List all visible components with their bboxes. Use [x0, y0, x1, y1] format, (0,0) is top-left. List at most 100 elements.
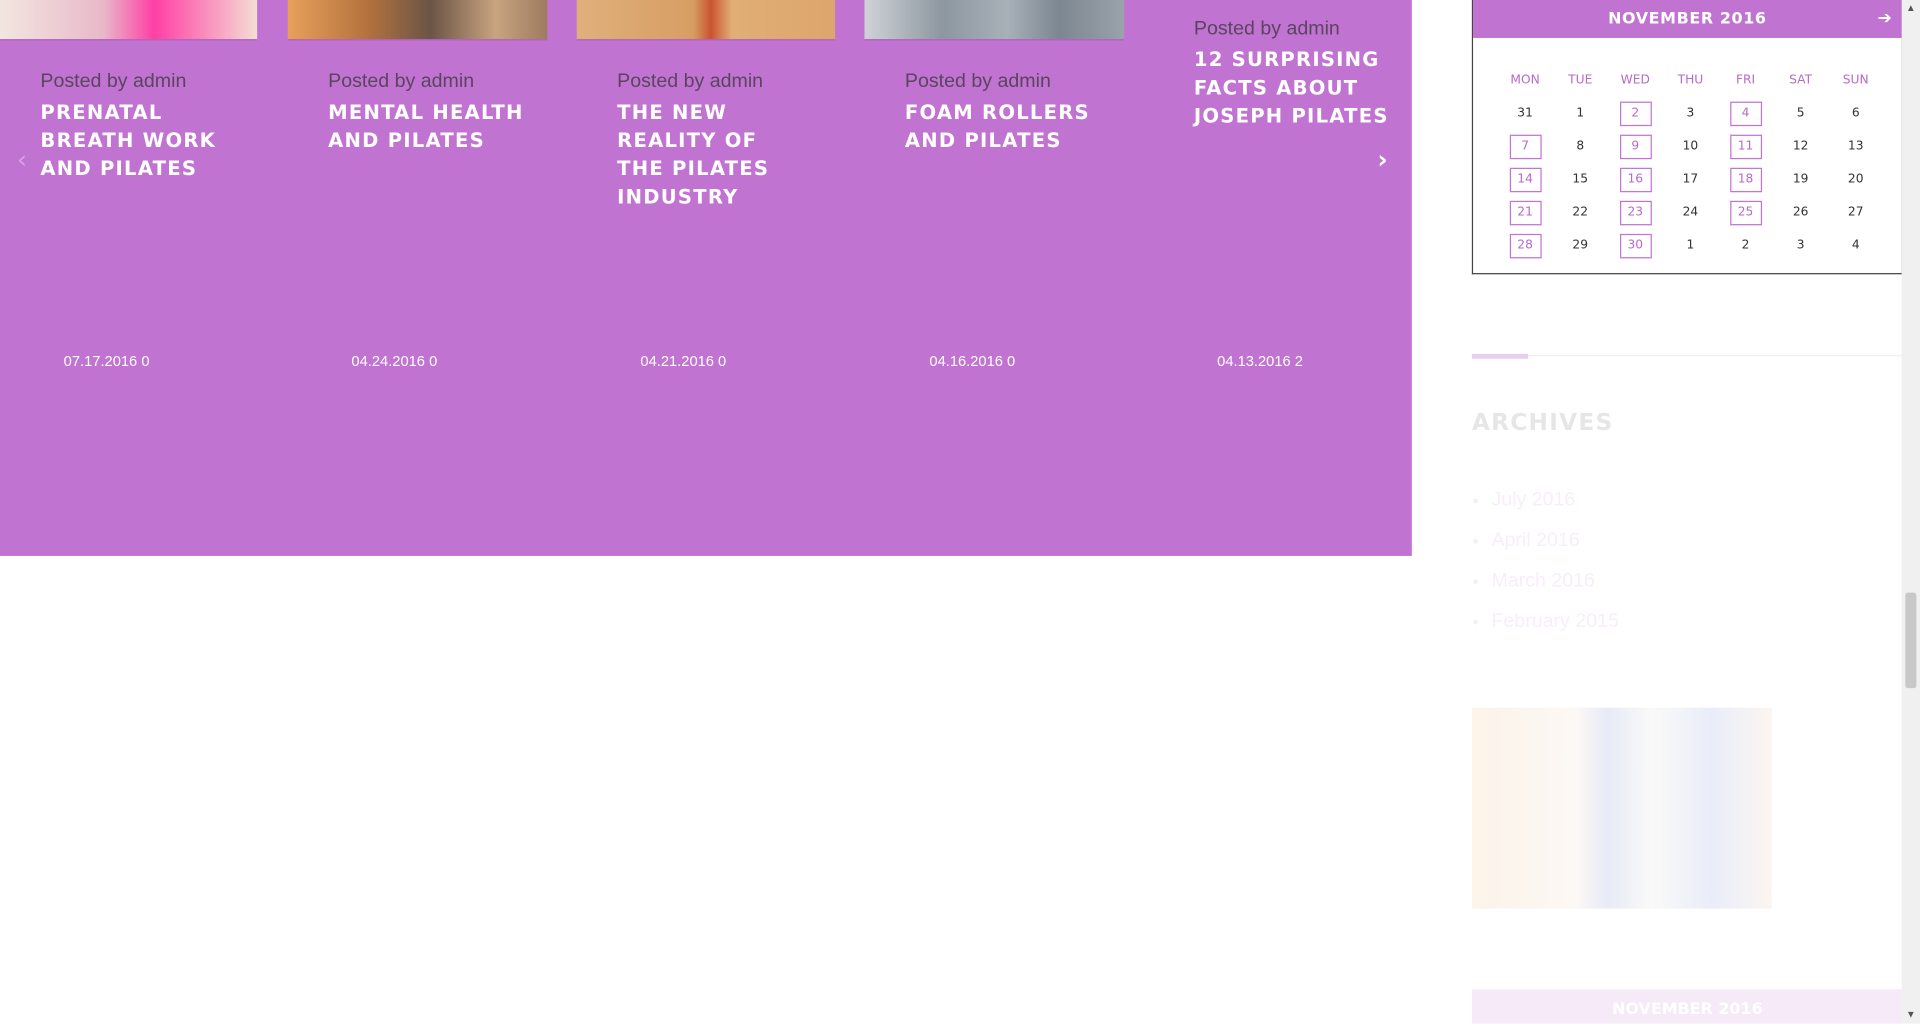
calendar-day-link[interactable]: 21	[1509, 200, 1542, 225]
carousel-post: Posted by admin FOAM ROLLERS AND PILATES	[905, 70, 1113, 154]
scroll-up-icon[interactable]: ▲	[1902, 0, 1920, 17]
calendar-day-number: 4	[1851, 238, 1860, 253]
calendar-day-link[interactable]: 9	[1619, 134, 1652, 159]
calendar-weekday: SUN	[1842, 73, 1869, 87]
calendar-day: 8	[1553, 140, 1608, 153]
post-title-link[interactable]: THE NEW REALITY OF THE PILATES INDUSTRY	[617, 98, 801, 211]
calendar-day: 9	[1608, 134, 1663, 159]
calendar-day-link[interactable]: 28	[1509, 233, 1542, 258]
calendar-day-number: 6	[1851, 106, 1860, 121]
calendar-day: 26	[1773, 206, 1828, 219]
calendar-weekday: SAT	[1789, 73, 1813, 87]
carousel-post: Posted by admin MENTAL HEALTH AND PILATE…	[328, 70, 536, 154]
comment-count[interactable]: 0	[1007, 353, 1015, 370]
scroll-down-icon[interactable]: ▼	[1902, 1007, 1920, 1024]
post-meta: 04.13.2016 2	[1217, 353, 1303, 370]
calendar-week: 7 8 9 10 11 12 13	[1498, 130, 1884, 163]
calendar-day: 23	[1608, 200, 1663, 225]
post-title-link[interactable]: PRENATAL BREATH WORK AND PILATES	[40, 98, 248, 182]
calendar-day: 10	[1663, 140, 1718, 153]
calendar-day-link[interactable]: 7	[1509, 134, 1542, 159]
calendar-day-number: 29	[1572, 238, 1589, 253]
calendar-day-number: 27	[1847, 205, 1864, 220]
calendar-day-number: 1	[1686, 238, 1695, 253]
widget-divider-accent	[1471, 353, 1529, 359]
post-thumbnail[interactable]	[0, 0, 258, 41]
calendar-day-link[interactable]: 11	[1729, 134, 1762, 159]
calendar-weekday: TUE	[1568, 73, 1593, 87]
archive-link[interactable]: March 2016	[1491, 561, 1618, 601]
calendar-day-number: 8	[1576, 139, 1585, 154]
post-thumbnail[interactable]	[287, 0, 548, 41]
chevron-right-icon[interactable]: ›	[1378, 147, 1388, 171]
calendar-day: 11	[1718, 134, 1773, 159]
post-title-link[interactable]: FOAM ROLLERS AND PILATES	[905, 98, 1113, 154]
calendar-day-number: 20	[1847, 172, 1864, 187]
post-byline: Posted by admin	[40, 71, 187, 92]
calendar-weekday: THU	[1677, 73, 1704, 87]
calendar-day-number: 10	[1682, 139, 1699, 154]
calendar-day: 29	[1553, 239, 1608, 252]
chevron-left-icon[interactable]: ‹	[17, 147, 27, 171]
calendar-day: 27	[1828, 206, 1883, 219]
calendar-weekday: MON	[1510, 73, 1540, 87]
calendar-day: 3	[1663, 107, 1718, 120]
post-meta: 04.21.2016 0	[640, 353, 726, 370]
calendar-week: 28 29 30 1 2 3 4	[1498, 229, 1884, 262]
calendar-day-number: 5	[1796, 106, 1805, 121]
calendar-month-2: NOVEMBER 2016	[1612, 1000, 1763, 1019]
post-thumbnail[interactable]	[864, 0, 1125, 41]
calendar-day: 20	[1828, 173, 1883, 186]
archive-link[interactable]: July 2016	[1491, 480, 1618, 520]
calendar-day-number: 1	[1576, 106, 1585, 121]
calendar-day-link[interactable]: 18	[1729, 167, 1762, 192]
calendar-day: 24	[1663, 206, 1718, 219]
calendar-day-link[interactable]: 23	[1619, 200, 1652, 225]
calendar-day: 30	[1608, 233, 1663, 258]
page: Posted by admin PRENATAL BREATH WORK AND…	[0, 0, 1920, 1024]
vertical-scrollbar[interactable]: ▲ ▼	[1901, 0, 1920, 1024]
post-byline: Posted by admin	[904, 71, 1051, 92]
arrow-right-icon[interactable]: ➔	[1877, 7, 1891, 28]
post-title-link[interactable]: MENTAL HEALTH AND PILATES	[328, 98, 536, 154]
calendar-day-number: 12	[1792, 139, 1809, 154]
carousel-post: Posted by admin PRENATAL BREATH WORK AND…	[40, 70, 248, 183]
calendar-day-number: 3	[1686, 106, 1695, 121]
calendar-day: 3	[1773, 239, 1828, 252]
calendar-day: 5	[1773, 107, 1828, 120]
archive-link[interactable]: April 2016	[1491, 520, 1618, 560]
comment-count[interactable]: 0	[718, 353, 726, 370]
calendar-day-link[interactable]: 30	[1619, 233, 1652, 258]
comment-count[interactable]: 0	[141, 353, 149, 370]
calendar-day-link[interactable]: 16	[1619, 167, 1652, 192]
calendar-day: 13	[1828, 140, 1883, 153]
calendar-day: 17	[1663, 173, 1718, 186]
calendar-weekdays: MON TUE WED THU FRI SAT SUN	[1498, 64, 1884, 97]
calendar-day: 4	[1718, 101, 1773, 126]
post-byline: Posted by admin	[617, 71, 764, 92]
calendar-day-link[interactable]: 2	[1619, 101, 1652, 126]
post-date: 04.21.2016	[640, 352, 714, 370]
calendar-day-link[interactable]: 4	[1729, 101, 1762, 126]
post-thumbnail[interactable]	[576, 0, 836, 41]
calendar-day-number: 26	[1792, 205, 1809, 220]
calendar-week: 14 15 16 17 18 19 20	[1498, 163, 1884, 196]
calendar-day-link[interactable]: 25	[1729, 200, 1762, 225]
post-title-link[interactable]: 12 SURPRISING FACTS ABOUT JOSEPH PILATES	[1194, 45, 1390, 129]
calendar-day: 7	[1498, 134, 1553, 159]
post-date: 04.13.2016	[1217, 352, 1291, 370]
blog-carousel: Posted by admin PRENATAL BREATH WORK AND…	[0, 0, 1412, 556]
post-byline: Posted by admin	[1193, 18, 1340, 40]
calendar-grid: MON TUE WED THU FRI SAT SUN 31 1 2 3 4 5 6 7 8 9 10 11 12 1…	[1498, 64, 1884, 262]
comment-count[interactable]: 2	[1295, 353, 1303, 370]
calendar-day-number: 19	[1792, 172, 1809, 187]
post-meta: 04.16.2016 0	[929, 353, 1015, 370]
scrollbar-thumb[interactable]	[1905, 592, 1917, 689]
calendar-day-number: 13	[1847, 139, 1864, 154]
calendar-day: 16	[1608, 167, 1663, 192]
comment-count[interactable]: 0	[429, 353, 437, 370]
calendar-day: 19	[1773, 173, 1828, 186]
post-date: 04.16.2016	[929, 352, 1003, 370]
calendar-day-link[interactable]: 14	[1509, 167, 1542, 192]
archive-link[interactable]: February 2015	[1491, 601, 1618, 641]
